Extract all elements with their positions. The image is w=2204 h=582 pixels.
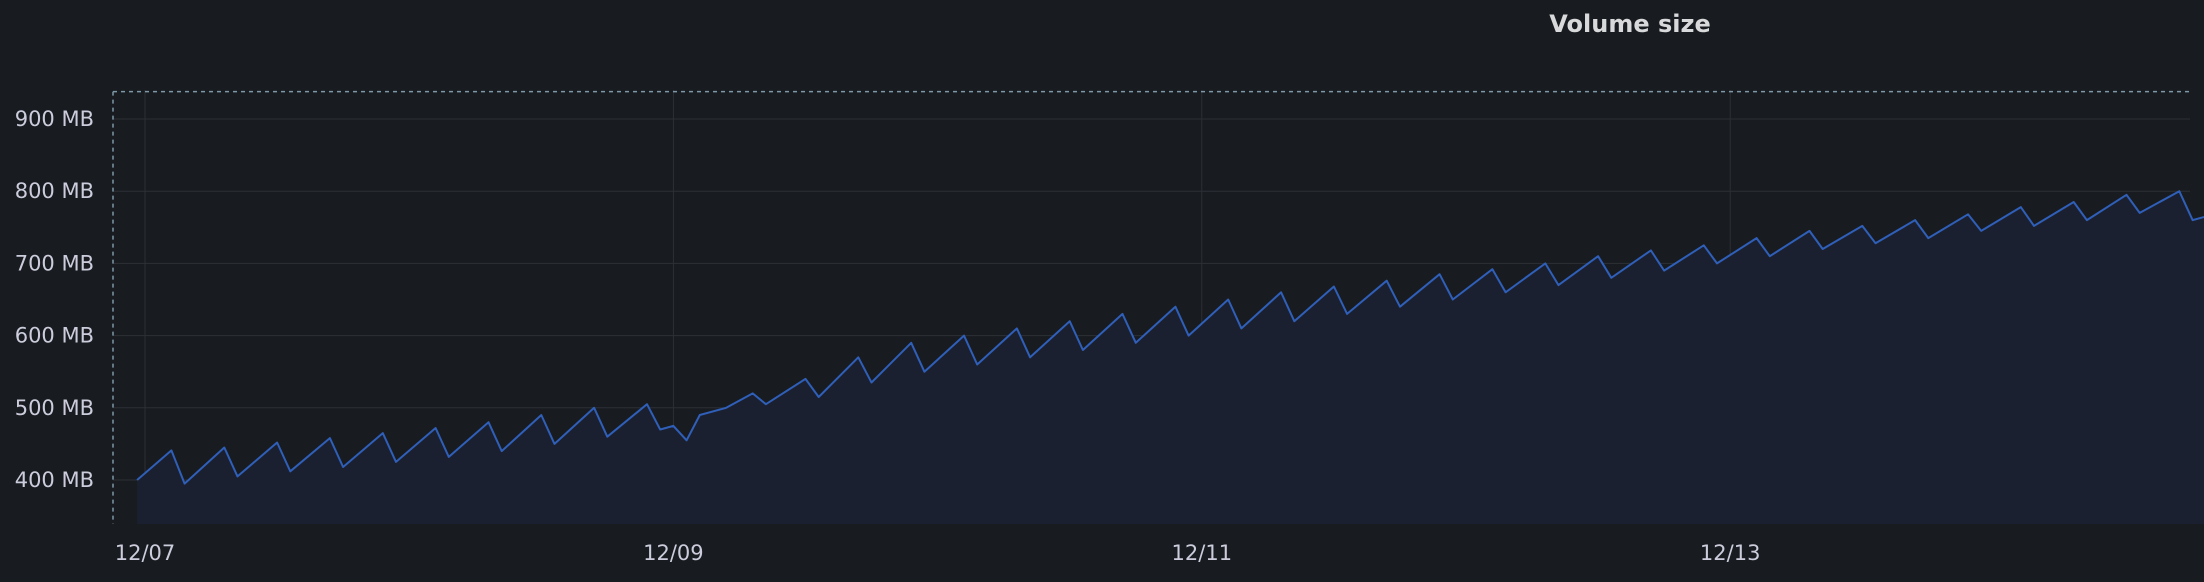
- x-tick-label: 12/07: [115, 541, 176, 565]
- y-tick-label: 900 MB: [15, 107, 94, 131]
- chart-panel: Volume size 400 MB 500 MB 600 MB 700 MB 800 …: [0, 0, 2204, 582]
- y-tick-label: 500 MB: [15, 396, 94, 420]
- series-layer: [136, 190, 2204, 524]
- y-tick-label: 400 MB: [15, 468, 94, 492]
- y-tick-label: 800 MB: [15, 179, 94, 203]
- y-tick-label: 600 MB: [15, 324, 94, 348]
- x-tick-label: 12/13: [1700, 541, 1761, 565]
- x-tick-label: 12/09: [643, 541, 704, 565]
- series-area: [137, 191, 2204, 524]
- volume-size-chart: 400 MB 500 MB 600 MB 700 MB 800 MB 900 MB 12/…: [15, 90, 2204, 565]
- y-axis: 400 MB 500 MB 600 MB 700 MB 800 MB 900 MB: [15, 107, 94, 492]
- x-tick-label: 12/11: [1172, 541, 1233, 565]
- x-axis: 12/0712/0912/1112/1312/1512/1712/1912/21: [115, 541, 1761, 565]
- y-tick-label: 700 MB: [15, 251, 94, 275]
